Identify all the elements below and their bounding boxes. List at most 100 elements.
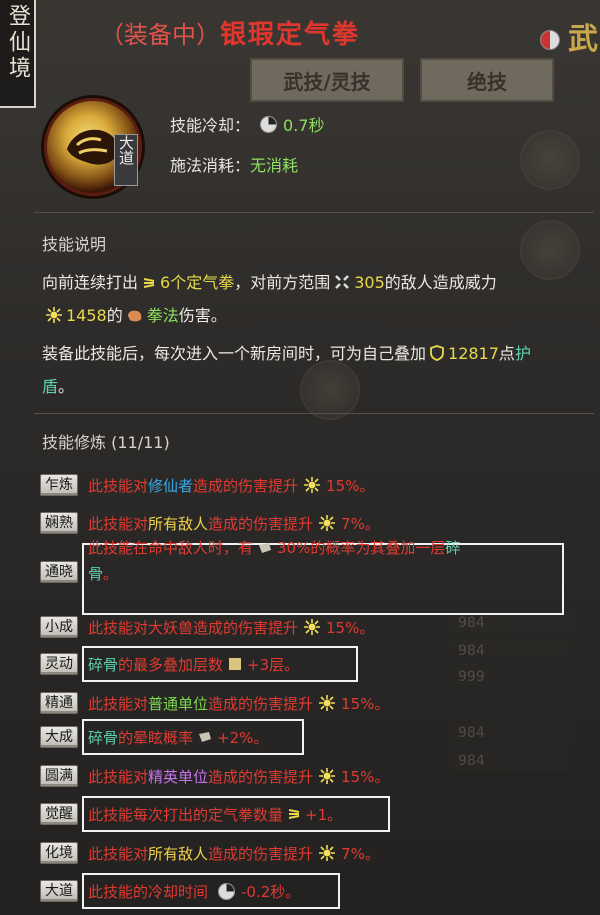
level-badge: 化境	[40, 842, 78, 864]
desc-text: 。	[58, 377, 75, 396]
row-text: 此技能对大妖兽造成的伤害提升	[88, 618, 299, 637]
range-value: 305	[354, 273, 385, 292]
row-keyword: 普通单位	[148, 694, 209, 713]
bg-stat-row: 984	[450, 640, 570, 662]
bg-skill-icon	[520, 130, 580, 190]
training-title: 技能修炼 (11/11)	[42, 433, 170, 452]
shield-keyword: 盾	[42, 377, 59, 396]
row-text: 造成的伤害提升	[193, 476, 299, 495]
level-badge: 娴熟	[40, 512, 78, 534]
desc-text: 伤害。	[178, 306, 227, 325]
row-text: 此技能对	[88, 514, 149, 533]
row-value: 15%。	[341, 694, 390, 713]
cost-label: 施法消耗：	[170, 156, 251, 175]
toggle-icon[interactable]	[540, 30, 560, 50]
damage-type: 拳法	[146, 306, 179, 325]
row-value: 7%。	[341, 844, 380, 863]
divider	[34, 212, 594, 213]
cooldown-value: 0.7秒	[283, 116, 325, 135]
training-row: 通晓 此技能在命中敌人时，有 30%的概率为其叠加一层碎 骨。	[40, 539, 460, 583]
description-paragraph-1: 向前连续打出 6个定气拳，对前方范围 305的敌人造成威力 1458的 拳法伤害。	[42, 266, 594, 332]
skill-name: 银瑕定气拳	[220, 20, 361, 50]
row-text: 造成的伤害提升	[208, 767, 314, 786]
row-text: 此技能的冷却时间	[88, 882, 209, 901]
shield-icon	[430, 345, 444, 361]
row-text: 此技能对	[88, 476, 149, 495]
row-body: 此技能在命中敌人时，有 30%的概率为其叠加一层碎 骨。	[88, 535, 460, 587]
power-sun-icon	[319, 515, 336, 531]
realm-tab[interactable]: 登仙境	[0, 0, 36, 108]
level-badge: 精通	[40, 692, 78, 714]
row-text: 造成的伤害提升	[208, 694, 314, 713]
row-value: 30%的概率为其叠加一层	[277, 539, 446, 557]
desc-text: 的敌人造成威力	[384, 273, 497, 292]
power-sun-icon	[319, 695, 336, 711]
description-text: 向前连续打出 6个定气拳，对前方范围 305的敌人造成威力 1458的 拳法伤害。 装…	[42, 266, 594, 403]
row-keyword: 精英单位	[148, 767, 209, 786]
description-title: 技能说明	[42, 235, 107, 254]
training-row: 大成 碎骨 的晕眩概率 +2%。	[40, 724, 268, 750]
row-text: 此技能在命中敌人时，有	[88, 539, 254, 557]
row-keyword: 碎骨	[88, 728, 119, 747]
multi-hit-icon	[288, 809, 300, 819]
power-sun-icon	[304, 477, 321, 493]
power-sun-icon	[319, 768, 336, 784]
corner-label: 武	[568, 22, 598, 57]
bg-tab-martial: 武技/灵技	[250, 58, 404, 102]
desc-text: 点	[498, 344, 515, 363]
desc-text: 的	[106, 306, 123, 325]
level-badge: 大道	[40, 880, 78, 902]
row-value: 15%。	[326, 476, 375, 495]
equipped-status: （装备中）	[100, 21, 220, 49]
bg-stat-row: 984	[450, 612, 570, 634]
row-keyword: 骨	[88, 565, 104, 583]
row-value: +3层。	[247, 655, 300, 674]
skill-detail-panel: 武技/灵技 绝技 984 984 999 984 984 登仙境 （装备中）银瑕…	[0, 0, 600, 915]
desc-text: 装备此技能后，每次进入一个新房间时，可为自己叠加	[42, 344, 427, 363]
bg-stat-row: 999	[450, 666, 570, 688]
shield-value: 12817	[448, 344, 499, 363]
fist-small-icon	[127, 310, 142, 322]
desc-text: 向前连续打出	[42, 273, 139, 292]
grade-badge: 大道	[114, 134, 138, 186]
bg-stat-row: 984	[450, 722, 570, 744]
level-badge: 觉醒	[40, 803, 78, 825]
power-sun-icon	[319, 845, 336, 861]
level-badge: 通晓	[40, 561, 78, 583]
training-row: 灵动 碎骨 的最多叠加层数 +3层。	[40, 651, 299, 677]
row-value: -0.2秒。	[241, 882, 301, 901]
power-sun-icon	[304, 619, 321, 635]
row-keyword: 碎骨	[88, 655, 119, 674]
cooldown-icon	[218, 882, 236, 900]
row-keyword: 所有敌人	[148, 514, 209, 533]
cooldown-label: 技能冷却：	[170, 116, 251, 135]
training-row: 化境 此技能对 所有敌人 造成的伤害提升 7%。	[40, 840, 380, 866]
level-badge: 乍炼	[40, 474, 78, 496]
shield-keyword: 护	[514, 344, 531, 363]
row-value: +1。	[305, 805, 343, 824]
level-badge: 大成	[40, 726, 78, 748]
desc-text: ，对前方范围	[234, 273, 331, 292]
bg-stat-row: 984	[450, 750, 570, 772]
training-row: 觉醒 此技能每次打出的定气拳数量 +1。	[40, 801, 342, 827]
training-row: 娴熟 此技能对 所有敌人 造成的伤害提升 7%。	[40, 510, 380, 536]
bone-icon	[259, 543, 272, 553]
row-keyword: 所有敌人	[148, 844, 209, 863]
level-badge: 灵动	[40, 653, 78, 675]
training-row: 圆满 此技能对 精英单位 造成的伤害提升 15%。	[40, 763, 389, 789]
row-keyword: 碎	[445, 539, 461, 557]
grade-label: 大道	[117, 135, 135, 165]
divider	[34, 413, 594, 414]
skill-header: （装备中）银瑕定气拳	[100, 14, 360, 51]
power-sun-icon	[46, 307, 62, 323]
cooldown-icon	[260, 115, 278, 133]
row-text: 造成的伤害提升	[208, 514, 314, 533]
level-badge: 小成	[40, 616, 78, 638]
range-icon	[335, 275, 350, 289]
description-paragraph-2: 装备此技能后，每次进入一个新房间时，可为自己叠加 12817点护 盾。	[42, 337, 594, 403]
bg-tab-ultimate: 绝技	[420, 58, 554, 102]
row-text: 此技能对	[88, 767, 149, 786]
scroll-icon	[229, 658, 242, 670]
training-row: 乍炼 此技能对 修仙者 造成的伤害提升 15%。	[40, 472, 374, 498]
training-row: 小成 此技能对大妖兽造成的伤害提升 15%。	[40, 614, 374, 640]
